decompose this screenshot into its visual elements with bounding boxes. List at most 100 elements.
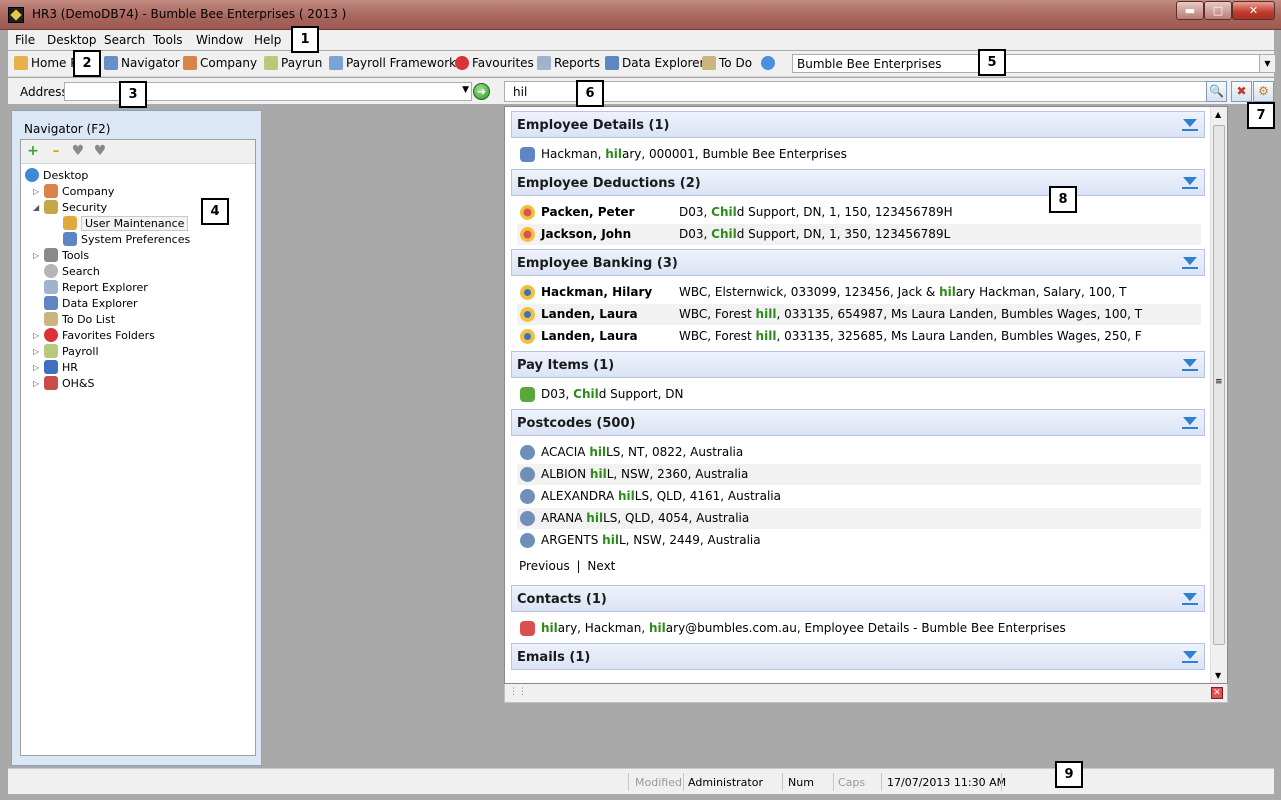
expand-icon[interactable]: ▷ bbox=[33, 187, 39, 196]
address-dropdown-icon[interactable]: ▼ bbox=[462, 85, 469, 95]
menu-help[interactable]: Help bbox=[254, 33, 281, 47]
favourites-button[interactable]: Favourites bbox=[455, 56, 534, 70]
section-employee-details[interactable]: Employee Details (1) bbox=[511, 111, 1205, 138]
tree-node-search[interactable]: Search bbox=[44, 264, 100, 278]
help-button[interactable] bbox=[761, 56, 775, 70]
banking-icon bbox=[520, 329, 535, 344]
section-title: Contacts (1) bbox=[517, 592, 607, 607]
collapse-icon[interactable]: ◢ bbox=[33, 203, 39, 212]
section-title: Employee Deductions (2) bbox=[517, 176, 701, 191]
company-select[interactable]: Bumble Bee Enterprises ▼ bbox=[792, 54, 1276, 73]
tree-node-company[interactable]: Company bbox=[44, 184, 114, 198]
scroll-up-icon[interactable]: ▲ bbox=[1215, 110, 1221, 119]
postcode-icon bbox=[520, 467, 535, 482]
tree-node-tools[interactable]: Tools bbox=[44, 248, 89, 262]
list-item[interactable]: ALEXANDRA hilLS, QLD, 4161, Australia bbox=[517, 486, 1201, 507]
navigator-button[interactable]: Navigator bbox=[104, 56, 180, 70]
list-item[interactable]: hilary, Hackman, hilary@bumbles.com.au, … bbox=[517, 618, 1201, 639]
collapse-section-icon[interactable] bbox=[1182, 177, 1198, 189]
expand-icon[interactable]: ▷ bbox=[33, 363, 39, 372]
favorite-add-icon[interactable]: ♥ bbox=[71, 144, 85, 159]
menu-file[interactable]: File bbox=[15, 33, 35, 47]
minimize-button[interactable]: ▬ bbox=[1176, 1, 1204, 20]
resize-grip-icon: ⋮⋮ bbox=[509, 687, 527, 697]
expand-icon[interactable]: ▷ bbox=[33, 331, 39, 340]
tree-node-favorites-folders[interactable]: Favorites Folders bbox=[44, 328, 155, 342]
search-input[interactable]: hil bbox=[504, 81, 1227, 102]
callout-8: 8 bbox=[1049, 186, 1077, 213]
section-employee-banking[interactable]: Employee Banking (3) bbox=[511, 249, 1205, 276]
list-item[interactable]: ALBION hilL, NSW, 2360, Australia bbox=[517, 464, 1201, 485]
list-item[interactable]: Hackman, hilary, 000001, Bumble Bee Ente… bbox=[517, 144, 1201, 165]
tree-node-payroll[interactable]: Payroll bbox=[44, 344, 99, 358]
payroll-icon bbox=[44, 344, 58, 358]
section-pay-items[interactable]: Pay Items (1) bbox=[511, 351, 1205, 378]
list-item[interactable]: ACACIA hilLS, NT, 0822, Australia bbox=[517, 442, 1201, 463]
maximize-button[interactable]: □ bbox=[1204, 1, 1232, 20]
to-do-button[interactable]: To Do bbox=[702, 56, 752, 70]
remove-icon[interactable]: – bbox=[49, 144, 63, 159]
close-button[interactable]: ✕ bbox=[1232, 1, 1275, 20]
go-icon[interactable]: ➜ bbox=[473, 83, 490, 100]
add-icon[interactable]: + bbox=[26, 144, 40, 159]
tree-node-data-explorer[interactable]: Data Explorer bbox=[44, 296, 138, 310]
payroll-framework-button[interactable]: Payroll Framework bbox=[329, 56, 456, 70]
preferences-icon bbox=[63, 232, 77, 246]
clear-search-icon[interactable]: ✖ bbox=[1231, 81, 1252, 102]
payrun-button[interactable]: Payrun bbox=[264, 56, 322, 70]
tree-node-to-do-list[interactable]: To Do List bbox=[44, 312, 115, 326]
tree-node-ohs[interactable]: OH&S bbox=[44, 376, 95, 390]
banking-icon bbox=[520, 285, 535, 300]
collapse-section-icon[interactable] bbox=[1182, 359, 1198, 371]
tree-label: Company bbox=[62, 185, 115, 198]
expand-icon[interactable]: ▷ bbox=[33, 347, 39, 356]
expand-icon[interactable]: ▷ bbox=[33, 379, 39, 388]
list-item[interactable]: ARGENTS hilL, NSW, 2449, Australia bbox=[517, 530, 1201, 551]
section-emails[interactable]: Emails (1) bbox=[511, 643, 1205, 670]
menu-tools[interactable]: Tools bbox=[153, 33, 183, 47]
tree-node-hr[interactable]: HR bbox=[44, 360, 78, 374]
list-item[interactable]: Landen, Laura WBC, Forest hill, 033135, 6… bbox=[517, 304, 1201, 325]
list-item[interactable]: Packen, Peter D03, Child Support, DN, 1, … bbox=[517, 202, 1201, 223]
data-explorer-button[interactable]: Data Explorer bbox=[605, 56, 704, 70]
menu-desktop[interactable]: Desktop bbox=[47, 33, 97, 47]
results-scrollbar[interactable]: ▲ ≡ ▼ bbox=[1210, 107, 1227, 683]
contact-icon bbox=[520, 621, 535, 636]
scroll-down-icon[interactable]: ▼ bbox=[1215, 671, 1221, 680]
company-button[interactable]: Company bbox=[183, 56, 257, 70]
menu-window[interactable]: Window bbox=[196, 33, 243, 47]
tree-node-report-explorer[interactable]: Report Explorer bbox=[44, 280, 148, 294]
chevron-down-icon[interactable]: ▼ bbox=[1259, 55, 1275, 72]
list-item[interactable]: Landen, Laura WBC, Forest hill, 033135, 3… bbox=[517, 326, 1201, 347]
list-item[interactable]: Jackson, John D03, Child Support, DN, 1, … bbox=[517, 224, 1201, 245]
tree-node-user-maintenance[interactable]: User Maintenance bbox=[63, 216, 189, 231]
home-page-button[interactable]: Home P bbox=[14, 56, 78, 70]
expand-icon[interactable]: ▷ bbox=[33, 251, 39, 260]
collapse-section-icon[interactable] bbox=[1182, 119, 1198, 131]
search-icon[interactable]: 🔍 bbox=[1206, 81, 1227, 102]
reports-button[interactable]: Reports bbox=[537, 56, 600, 70]
next-link[interactable]: Next bbox=[587, 559, 615, 573]
close-results-icon[interactable]: ✕ bbox=[1211, 687, 1223, 699]
list-item[interactable]: Hackman, Hilary WBC, Elsternwick, 033099,… bbox=[517, 282, 1201, 303]
tree-node-system-preferences[interactable]: System Preferences bbox=[63, 232, 190, 246]
section-postcodes[interactable]: Postcodes (500) bbox=[511, 409, 1205, 436]
tree-label: Favorites Folders bbox=[62, 329, 155, 342]
tree-node-desktop[interactable]: Desktop bbox=[25, 168, 88, 182]
previous-link[interactable]: Previous bbox=[519, 559, 570, 573]
callout-1: 1 bbox=[291, 26, 319, 53]
list-item[interactable]: ARANA hilLS, QLD, 4054, Australia bbox=[517, 508, 1201, 529]
tree-node-security[interactable]: Security bbox=[44, 200, 107, 214]
deduction-icon bbox=[520, 227, 535, 242]
favorite-remove-icon[interactable]: ♥ bbox=[93, 144, 107, 159]
menu-search[interactable]: Search bbox=[104, 33, 145, 47]
payroll-framework-label: Payroll Framework bbox=[346, 56, 457, 70]
list-item[interactable]: D03, Child Support, DN bbox=[517, 384, 1201, 405]
collapse-section-icon[interactable] bbox=[1182, 257, 1198, 269]
collapse-section-icon[interactable] bbox=[1182, 417, 1198, 429]
collapse-section-icon[interactable] bbox=[1182, 651, 1198, 663]
section-employee-deductions[interactable]: Employee Deductions (2) bbox=[511, 169, 1205, 196]
collapse-section-icon[interactable] bbox=[1182, 593, 1198, 605]
search-options-icon[interactable]: ⚙ bbox=[1253, 81, 1274, 102]
section-contacts[interactable]: Contacts (1) bbox=[511, 585, 1205, 612]
